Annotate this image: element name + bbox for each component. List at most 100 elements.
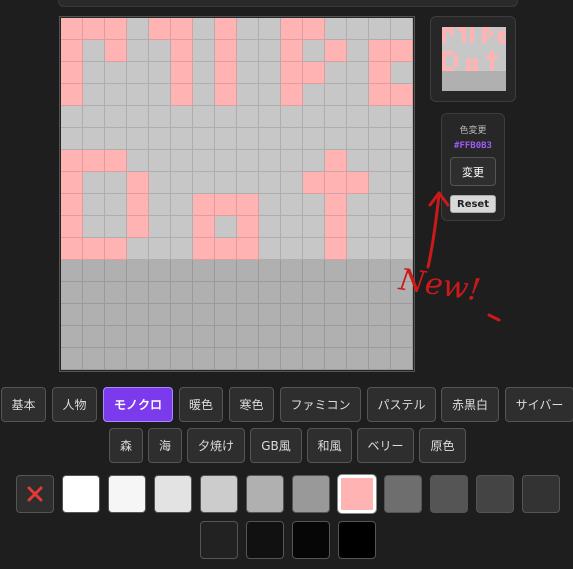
canvas-cell[interactable] [215, 326, 237, 348]
canvas-cell[interactable] [303, 194, 325, 216]
canvas-cell[interactable] [83, 40, 105, 62]
canvas-cell[interactable] [171, 238, 193, 260]
canvas-cell[interactable] [149, 172, 171, 194]
canvas-cell[interactable] [61, 18, 83, 40]
canvas-cell[interactable] [259, 348, 281, 370]
tab-6[interactable]: パステル [367, 387, 436, 422]
canvas-cell[interactable] [149, 304, 171, 326]
color-swatch[interactable] [200, 475, 238, 513]
canvas-cell[interactable] [303, 326, 325, 348]
canvas-cell[interactable] [369, 216, 391, 238]
canvas-cell[interactable] [193, 282, 215, 304]
canvas-cell[interactable] [215, 282, 237, 304]
canvas-cell[interactable] [83, 18, 105, 40]
canvas-cell[interactable] [215, 348, 237, 370]
canvas-cell[interactable] [61, 62, 83, 84]
canvas-cell[interactable] [83, 106, 105, 128]
canvas-cell[interactable] [83, 150, 105, 172]
canvas-cell[interactable] [369, 304, 391, 326]
change-color-button[interactable]: 変更 [450, 157, 496, 186]
canvas-cell[interactable] [215, 62, 237, 84]
canvas-cell[interactable] [259, 238, 281, 260]
canvas-cell[interactable] [61, 326, 83, 348]
canvas-cell[interactable] [171, 40, 193, 62]
canvas-cell[interactable] [369, 172, 391, 194]
tab-3[interactable]: 暖色 [179, 387, 223, 422]
canvas-cell[interactable] [193, 238, 215, 260]
canvas-cell[interactable] [281, 128, 303, 150]
canvas-cell[interactable] [281, 18, 303, 40]
canvas-cell[interactable] [61, 106, 83, 128]
canvas-cell[interactable] [237, 216, 259, 238]
canvas-cell[interactable] [105, 62, 127, 84]
color-swatch[interactable] [246, 521, 284, 559]
color-swatch[interactable] [108, 475, 146, 513]
color-swatch[interactable] [292, 521, 330, 559]
canvas-cell[interactable] [127, 326, 149, 348]
canvas-cell[interactable] [215, 172, 237, 194]
canvas-cell[interactable] [105, 348, 127, 370]
canvas-cell[interactable] [127, 260, 149, 282]
canvas-cell[interactable] [127, 194, 149, 216]
canvas-cell[interactable] [105, 260, 127, 282]
canvas-cell[interactable] [325, 326, 347, 348]
canvas-cell[interactable] [369, 348, 391, 370]
canvas-cell[interactable] [259, 18, 281, 40]
color-swatch[interactable] [62, 475, 100, 513]
canvas-cell[interactable] [281, 282, 303, 304]
canvas-cell[interactable] [303, 106, 325, 128]
canvas-cell[interactable] [303, 18, 325, 40]
canvas-cell[interactable] [237, 106, 259, 128]
canvas-cell[interactable] [303, 172, 325, 194]
canvas-cell[interactable] [193, 62, 215, 84]
canvas-cell[interactable] [281, 260, 303, 282]
canvas-cell[interactable] [105, 172, 127, 194]
canvas-cell[interactable] [259, 216, 281, 238]
canvas-cell[interactable] [369, 238, 391, 260]
canvas-cell[interactable] [83, 194, 105, 216]
canvas-cell[interactable] [193, 348, 215, 370]
canvas-cell[interactable] [127, 18, 149, 40]
canvas-cell[interactable] [105, 150, 127, 172]
canvas-cell[interactable] [369, 128, 391, 150]
canvas-cell[interactable] [347, 260, 369, 282]
canvas-cell[interactable] [237, 62, 259, 84]
canvas-cell[interactable] [369, 326, 391, 348]
canvas-cell[interactable] [325, 348, 347, 370]
canvas-cell[interactable] [149, 150, 171, 172]
canvas-cell[interactable] [259, 304, 281, 326]
canvas-cell[interactable] [127, 282, 149, 304]
canvas-cell[interactable] [237, 194, 259, 216]
canvas-cell[interactable] [61, 194, 83, 216]
canvas-cell[interactable] [303, 84, 325, 106]
canvas-cell[interactable] [259, 282, 281, 304]
color-swatch[interactable] [384, 475, 422, 513]
canvas-cell[interactable] [237, 238, 259, 260]
canvas-cell[interactable] [237, 348, 259, 370]
canvas-cell[interactable] [325, 282, 347, 304]
canvas-cell[interactable] [127, 40, 149, 62]
canvas-cell[interactable] [347, 282, 369, 304]
tab-2[interactable]: モノクロ [103, 387, 173, 422]
canvas-cell[interactable] [391, 106, 413, 128]
canvas-cell[interactable] [105, 40, 127, 62]
canvas-cell[interactable] [193, 84, 215, 106]
canvas-cell[interactable] [127, 216, 149, 238]
canvas-cell[interactable] [193, 304, 215, 326]
canvas-cell[interactable] [391, 128, 413, 150]
canvas-cell[interactable] [215, 194, 237, 216]
canvas-cell[interactable] [347, 128, 369, 150]
canvas-cell[interactable] [149, 84, 171, 106]
canvas-cell[interactable] [259, 326, 281, 348]
canvas-cell[interactable] [193, 216, 215, 238]
canvas-cell[interactable] [303, 40, 325, 62]
canvas-cell[interactable] [61, 150, 83, 172]
tab-0[interactable]: 基本 [1, 387, 46, 422]
canvas-cell[interactable] [193, 106, 215, 128]
canvas-cell[interactable] [347, 216, 369, 238]
canvas-cell[interactable] [193, 172, 215, 194]
color-swatch[interactable] [522, 475, 560, 513]
canvas-cell[interactable] [281, 106, 303, 128]
canvas-cell[interactable] [347, 238, 369, 260]
canvas-cell[interactable] [61, 348, 83, 370]
